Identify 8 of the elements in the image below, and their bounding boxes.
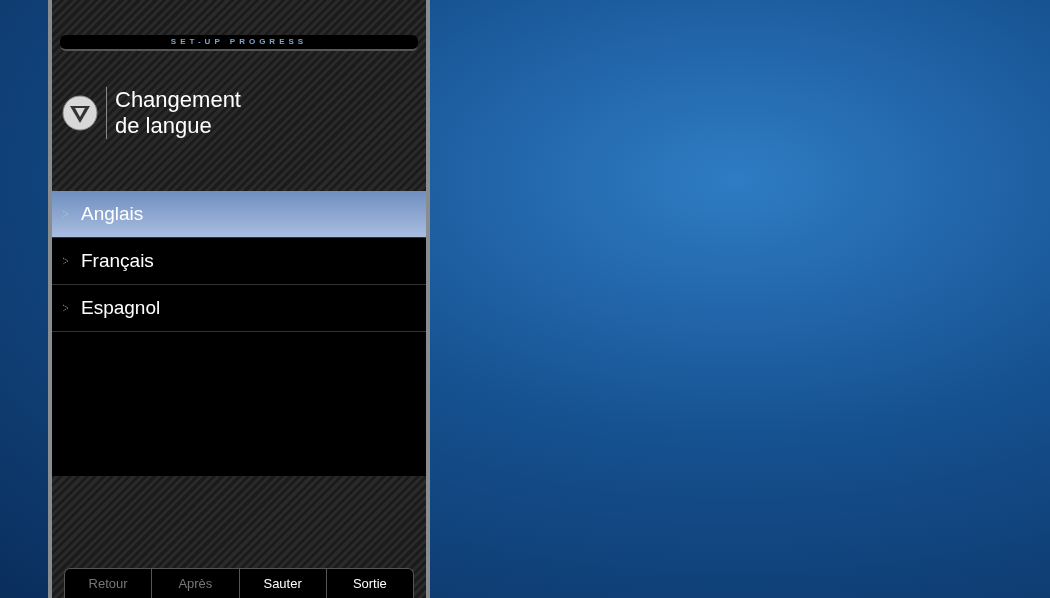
chevron-icon <box>62 257 69 265</box>
chevron-icon <box>62 304 69 312</box>
chevron-icon <box>62 210 69 218</box>
logo-icon <box>62 95 98 131</box>
nav-button[interactable]: Sauter <box>238 569 326 598</box>
nav-button[interactable]: Sortie <box>325 569 413 598</box>
screen-title: Changement de langue <box>115 87 242 139</box>
progress-label: SET-UP PROGRESS <box>170 36 308 48</box>
